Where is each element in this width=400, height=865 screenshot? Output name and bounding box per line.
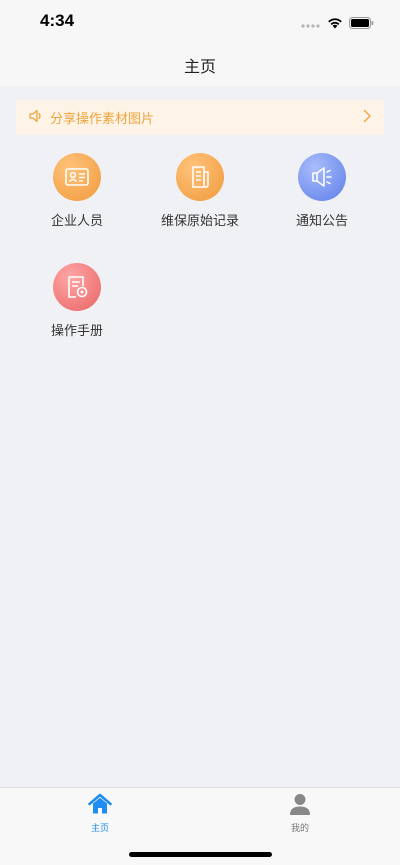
status-time: 4:34 [40, 11, 75, 30]
status-indicators [301, 14, 374, 33]
notice-banner[interactable]: 分享操作素材图片 [16, 100, 384, 135]
chevron-right-icon [362, 108, 372, 127]
home-indicator [129, 852, 272, 857]
grid-item-staff[interactable]: 企业人员 [22, 153, 132, 243]
notice-text: 分享操作素材图片 [50, 112, 155, 127]
grid-label: 通知公告 [295, 214, 348, 229]
person-icon [288, 793, 312, 819]
signal-icon [301, 14, 321, 33]
home-icon [88, 793, 112, 819]
grid-item-manual[interactable]: 操作手册 [22, 263, 132, 353]
tab-mine[interactable]: 我的 [260, 793, 340, 835]
grid-label: 操作手册 [50, 324, 103, 339]
battery-icon [349, 14, 374, 33]
page-title: 主页 [183, 57, 216, 76]
status-bar: 4:34 [0, 0, 400, 44]
wifi-icon [327, 14, 343, 33]
document-icon [176, 153, 224, 201]
nav-bar: 主页 [0, 44, 400, 86]
tab-home[interactable]: 主页 [60, 793, 140, 835]
grid-label: 企业人员 [50, 214, 103, 229]
manual-icon [53, 263, 101, 311]
id-card-icon [53, 153, 101, 201]
tab-label: 主页 [90, 824, 109, 834]
tab-label: 我的 [290, 824, 309, 834]
grid-item-maintenance-records[interactable]: 维保原始记录 [145, 153, 255, 243]
grid-label: 维保原始记录 [160, 214, 239, 229]
speaker-icon [28, 108, 44, 128]
megaphone-icon [298, 153, 346, 201]
grid-item-announcements[interactable]: 通知公告 [267, 153, 377, 243]
